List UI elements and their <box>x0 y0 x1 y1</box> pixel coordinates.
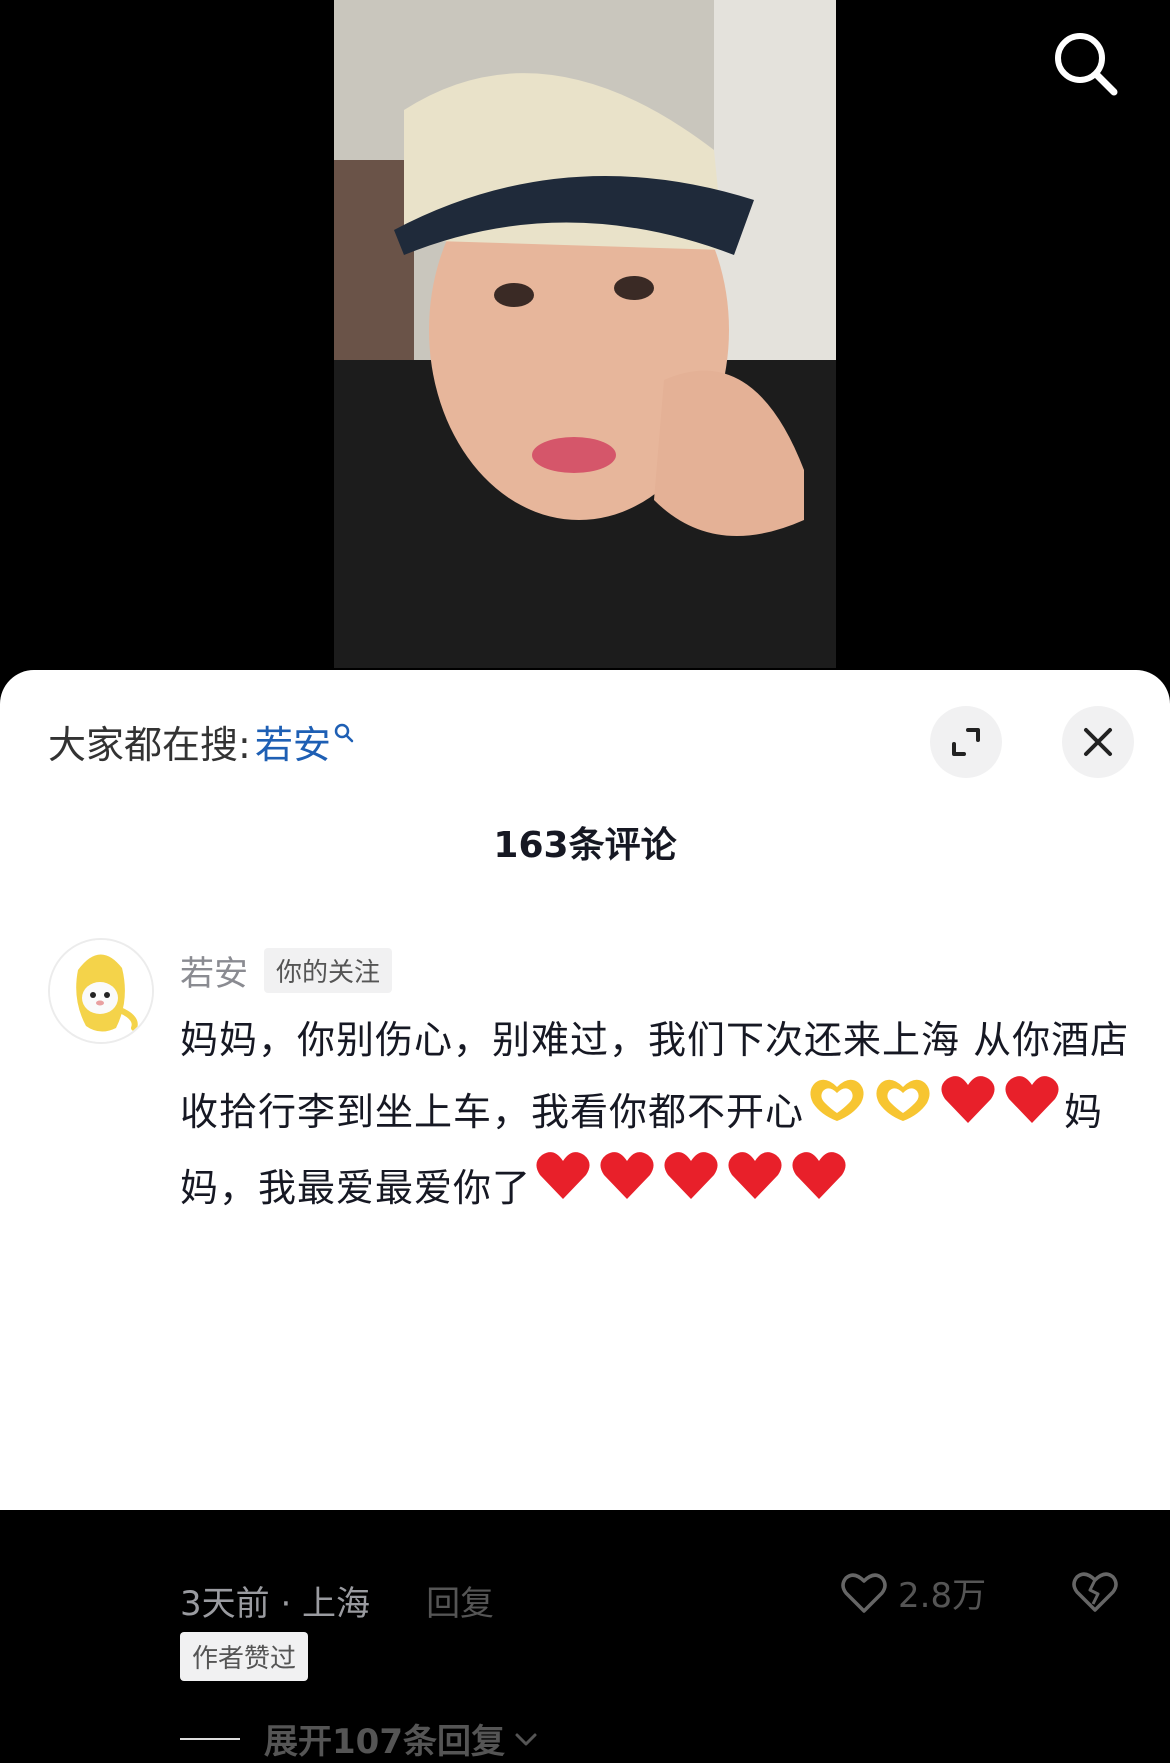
expand-button[interactable] <box>930 706 1002 778</box>
red-heart-emoji <box>790 1149 848 1224</box>
red-heart-emoji <box>534 1149 592 1224</box>
video-thumbnail-image <box>334 0 836 668</box>
trending-term-link[interactable]: 若安 <box>255 714 331 769</box>
dislike-button[interactable] <box>1070 1570 1120 1618</box>
like-button[interactable]: 2.8万 <box>840 1568 986 1617</box>
avatar[interactable] <box>48 938 154 1044</box>
comments-count-title: 163条评论 <box>493 825 677 866</box>
video-area[interactable] <box>0 0 1170 700</box>
small-search-icon <box>334 723 354 742</box>
search-icon <box>1055 33 1118 96</box>
expand-replies-label: 展开107条回复 <box>264 1722 505 1762</box>
comment-meta: 3天前 · 上海 回复 <box>180 1576 494 1625</box>
chevron-down-icon <box>515 1733 537 1745</box>
heart-hands-emoji <box>873 1073 933 1148</box>
following-tag: 你的关注 <box>264 948 393 993</box>
like-count: 2.8万 <box>898 1576 987 1616</box>
red-heart-emoji <box>1003 1073 1061 1148</box>
expand-icon <box>952 728 980 756</box>
comment-time-location: 3天前 · 上海 <box>180 1584 371 1624</box>
search-button[interactable] <box>1050 28 1122 100</box>
comment-username[interactable]: 若安 <box>180 946 248 995</box>
red-heart-emoji <box>662 1149 720 1224</box>
banana-cat-avatar-image <box>50 940 152 1042</box>
broken-heart-icon <box>1072 1572 1118 1612</box>
red-heart-emoji <box>598 1149 656 1224</box>
trending-search-bar: 大家都在搜: 若安 <box>48 714 355 769</box>
close-button[interactable] <box>1062 706 1134 778</box>
comments-sheet: 大家都在搜: 若安 163条评论 若安 你的关注 妈妈，你别伤心，别难过，我们下… <box>0 670 1170 1762</box>
reply-button[interactable]: 回复 <box>426 1576 494 1625</box>
heart-hands-emoji <box>807 1073 867 1148</box>
red-heart-emoji <box>726 1149 784 1224</box>
author-liked-tag: 作者赞过 <box>180 1632 309 1681</box>
expand-replies-button[interactable]: 展开107条回复 <box>180 1714 539 1763</box>
red-heart-emoji <box>939 1073 997 1148</box>
video-frame[interactable] <box>334 0 836 668</box>
comment-text: 妈妈，你别伤心，别难过，我们下次还来上海 从你酒店收拾行李到坐上车，我看你都不开… <box>180 1004 1130 1228</box>
close-icon <box>1084 728 1112 756</box>
comment-header: 若安 你的关注 <box>180 946 393 995</box>
trending-prefix: 大家都在搜: <box>48 723 251 767</box>
heart-outline-icon <box>841 1572 887 1613</box>
divider-line <box>180 1737 240 1740</box>
